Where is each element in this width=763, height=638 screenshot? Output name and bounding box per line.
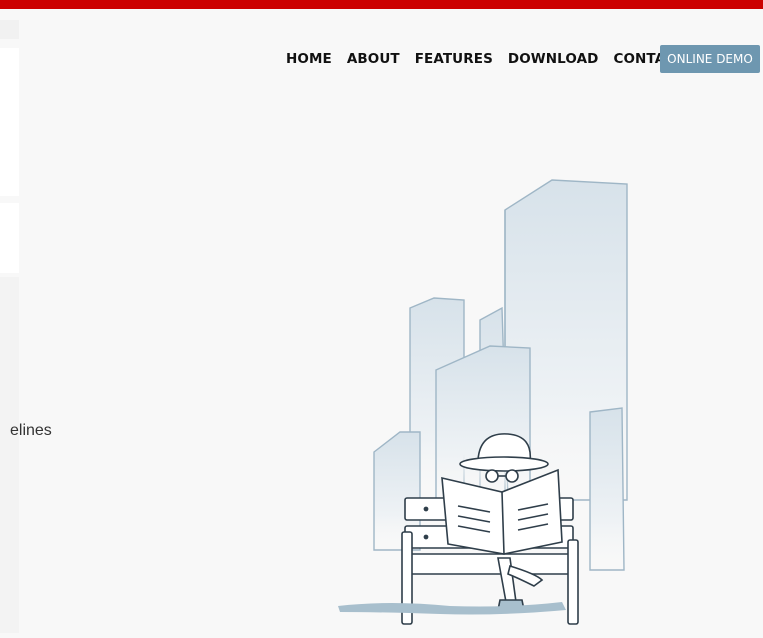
left-panel-card: [0, 48, 19, 196]
nav-home[interactable]: HOME: [286, 51, 332, 67]
main-navigation: HOME ABOUT FEATURES DOWNLOAD CONTACT: [286, 45, 700, 73]
left-panel-tab: [0, 20, 19, 39]
spy-bench-illustration: [330, 170, 650, 633]
left-panel: [0, 277, 19, 633]
nav-about[interactable]: ABOUT: [347, 51, 400, 67]
nav-download[interactable]: DOWNLOAD: [508, 51, 599, 67]
body-text-fragment: elines: [10, 422, 52, 439]
left-panel-card: [0, 203, 19, 273]
nav-features[interactable]: FEATURES: [415, 51, 493, 67]
top-accent-bar: [0, 0, 763, 9]
ground-shadow-icon: [338, 602, 566, 615]
online-demo-button[interactable]: ONLINE DEMO: [660, 45, 760, 73]
